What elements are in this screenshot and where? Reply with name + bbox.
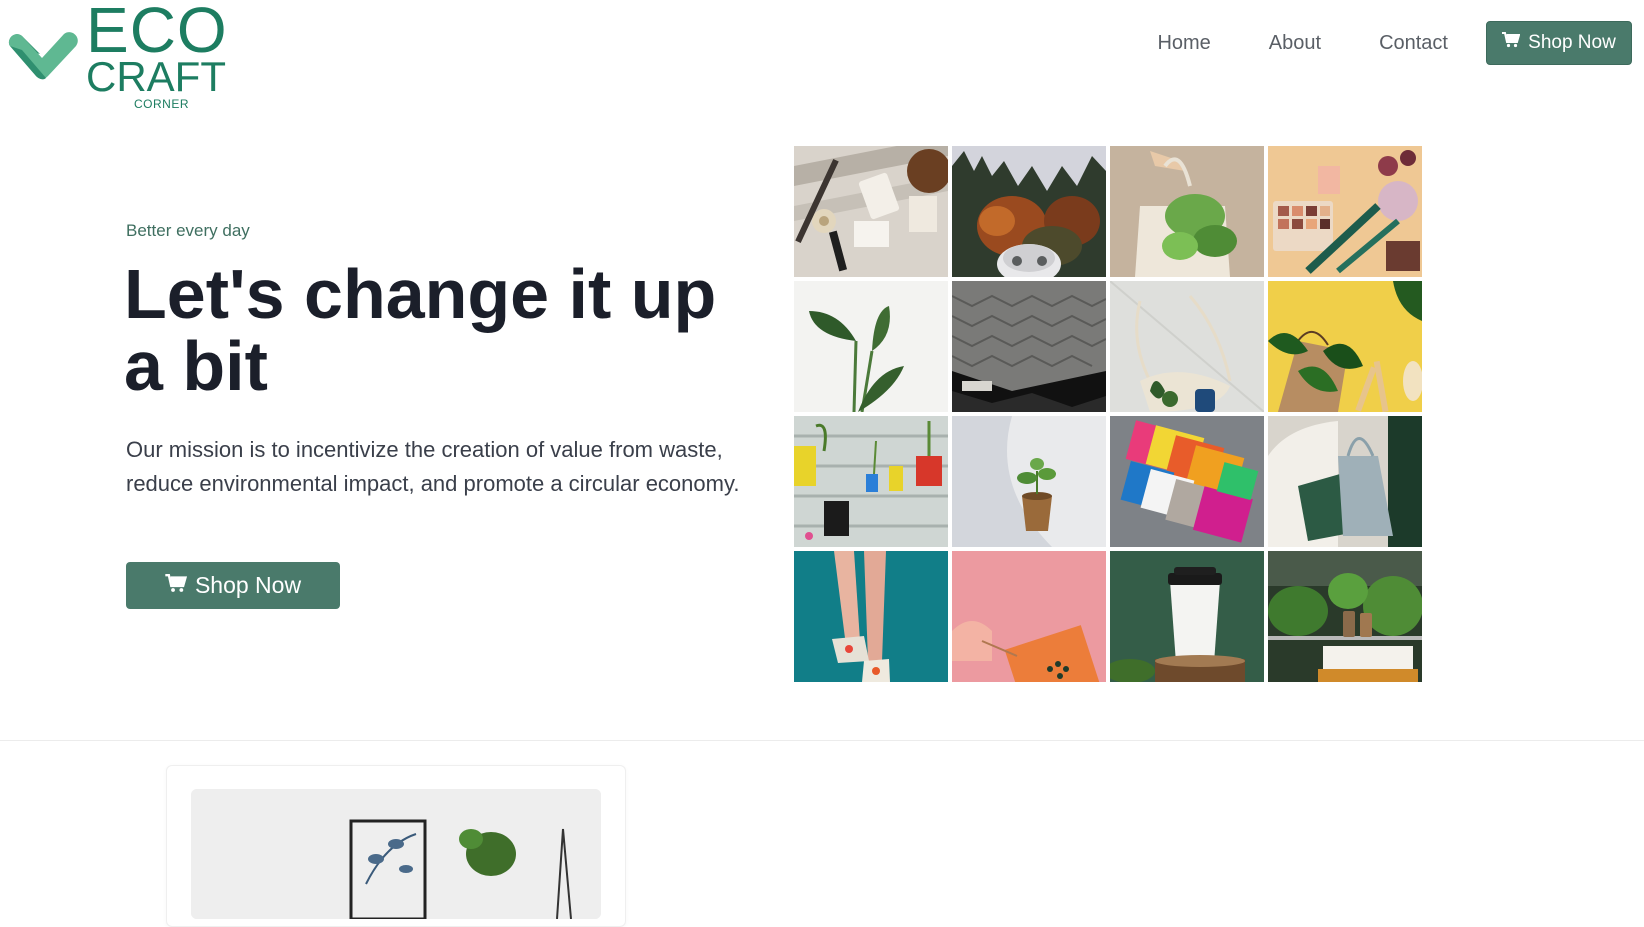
brand-logo[interactable]: ECO CRAFT CORNER <box>6 0 246 114</box>
main-nav: Home About Contact Shop Now <box>1157 21 1632 65</box>
product-card[interactable] <box>166 765 626 927</box>
hero-shop-now-label: Shop Now <box>194 572 302 598</box>
paper-bag-cutlery-photo <box>1268 281 1422 412</box>
nav-link-about[interactable]: About <box>1269 32 1321 55</box>
greenhouse-plants-photo <box>1268 551 1422 682</box>
hero-shop-now-button[interactable]: Shop Now <box>126 562 340 609</box>
cart-icon <box>165 572 188 599</box>
orange-box-pink-photo <box>952 551 1106 682</box>
bath-accessories-photo <box>794 146 948 277</box>
makeup-palette-photo <box>1268 146 1422 277</box>
heart-check-logo-icon <box>8 32 78 80</box>
cart-icon <box>1502 32 1521 54</box>
mesh-shopping-bag-photo <box>1110 281 1264 412</box>
nav-link-home[interactable]: Home <box>1157 32 1210 55</box>
hero-tagline: Better every day <box>126 221 250 240</box>
denim-tote-chair-photo <box>1268 416 1422 547</box>
colorful-bags-photo <box>1110 416 1264 547</box>
product-gallery <box>794 146 1422 682</box>
green-plant-leaves-photo <box>794 281 948 412</box>
section-divider <box>0 740 1644 741</box>
sneakers-walking-photo <box>794 551 948 682</box>
brand-line-corner: CORNER <box>134 97 190 111</box>
hanging-can-planters-photo <box>794 416 948 547</box>
knit-blanket-photo <box>952 281 1106 412</box>
coffee-cup-stump-photo <box>1110 551 1264 682</box>
brand-line-craft: CRAFT <box>86 53 226 100</box>
product-card-image <box>191 789 601 919</box>
tote-bag-plant-photo <box>1110 146 1264 277</box>
hero-title: Let's change it up a bit <box>124 255 717 405</box>
seedling-pot-photo <box>952 416 1106 547</box>
nav-shop-now-button[interactable]: Shop Now <box>1486 21 1632 65</box>
autumn-trees-photo <box>952 146 1106 277</box>
nav-shop-now-label: Shop Now <box>1528 32 1616 53</box>
hero-description: Our mission is to incentivize the creati… <box>126 437 740 496</box>
nav-link-contact[interactable]: Contact <box>1379 32 1448 55</box>
